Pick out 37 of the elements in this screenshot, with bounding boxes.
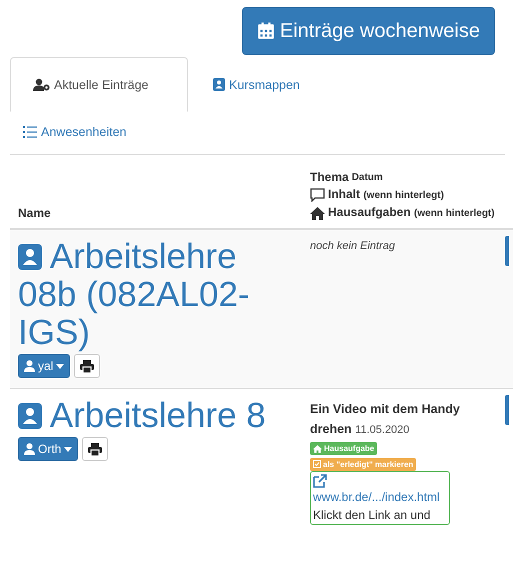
teacher-dropdown[interactable]: Orth xyxy=(18,437,78,461)
tab[interactable]: Kursmappen xyxy=(190,57,319,112)
checkbox-icon xyxy=(313,460,321,468)
column-header: Inhalt (wenn hinterlegt) xyxy=(328,186,444,203)
home-icon xyxy=(310,206,325,220)
teacher-dropdown[interactable]: yal xyxy=(18,354,70,378)
tab[interactable]: Anwesenheiten xyxy=(10,112,140,154)
caret-icon xyxy=(56,364,64,368)
course-title[interactable]: Arbeitslehre 8 xyxy=(18,397,304,435)
contact-book-icon xyxy=(18,403,42,429)
print-icon xyxy=(88,442,102,456)
entry-title: Ein Video mit dem Handy drehen 11.05.2020 xyxy=(310,401,461,438)
calendar-icon xyxy=(256,22,275,40)
contact-book-icon xyxy=(213,78,225,91)
print-button[interactable] xyxy=(74,354,100,378)
list-icon xyxy=(23,126,37,138)
tab[interactable]: Aktuelle Einträge xyxy=(10,57,188,112)
user-icon xyxy=(24,360,35,372)
homework-text: Klickt den Link an und xyxy=(313,506,430,524)
column-header: Hausaufgaben (wenn hinterlegt) xyxy=(328,204,495,221)
caret-icon xyxy=(64,446,72,452)
homework-badge: Hausaufgabe xyxy=(310,442,378,455)
user-icon xyxy=(24,443,35,455)
print-button[interactable] xyxy=(82,437,108,461)
weekly-entries-button[interactable]: Einträge wochenweise xyxy=(242,7,495,55)
column-header: Name xyxy=(18,206,51,220)
users-icon xyxy=(33,78,50,91)
external-link-icon xyxy=(313,474,327,488)
contact-book-icon xyxy=(18,244,42,270)
link[interactable]: www.br.de/.../index.html xyxy=(313,488,440,506)
print-icon xyxy=(80,360,94,372)
comment-icon xyxy=(310,188,325,202)
course-title[interactable]: Arbeitslehre 08b (082AL02-IGS) xyxy=(18,238,304,352)
empty-entry-text: noch kein Eintrag xyxy=(310,240,395,252)
home-icon xyxy=(313,444,322,452)
column-header: Thema xyxy=(310,169,349,186)
column-header: Datum xyxy=(352,171,383,185)
